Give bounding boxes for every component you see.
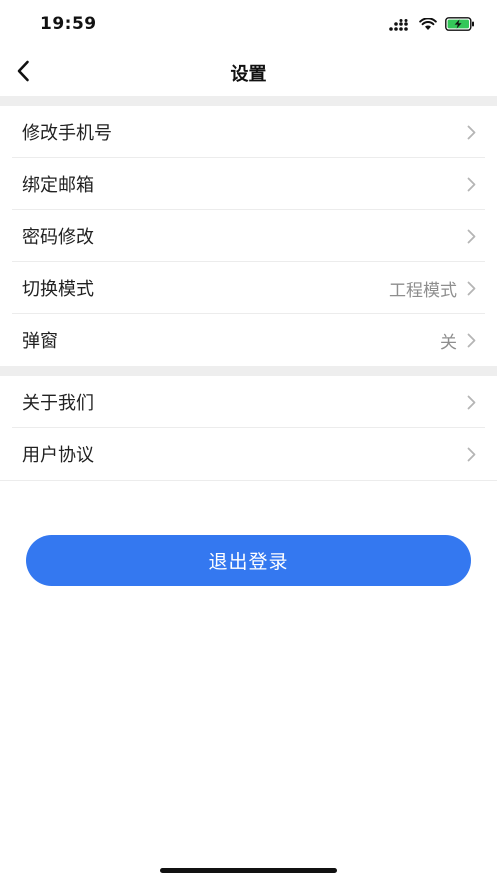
settings-item-change-password[interactable]: 密码修改 xyxy=(0,210,497,262)
chevron-right-icon xyxy=(467,176,477,192)
settings-item-value: 工程模式 xyxy=(389,280,457,301)
battery-charging-icon xyxy=(445,16,475,35)
chevron-right-icon xyxy=(467,280,477,296)
chevron-right-icon xyxy=(467,124,477,140)
status-bar: 19:59 xyxy=(0,0,497,50)
section-separator xyxy=(0,366,497,376)
settings-item-label: 切换模式 xyxy=(22,279,94,300)
chevron-right-icon xyxy=(467,394,477,410)
chevron-right-icon xyxy=(467,332,477,348)
settings-item-about-us[interactable]: 关于我们 xyxy=(0,376,497,428)
wifi-icon xyxy=(419,16,437,35)
signal-dots-icon xyxy=(389,16,411,35)
settings-item-switch-mode[interactable]: 切换模式 工程模式 xyxy=(0,262,497,314)
nav-bar: 设置 xyxy=(0,50,497,96)
section-separator xyxy=(0,96,497,106)
chevron-right-icon xyxy=(467,228,477,244)
settings-group-about: 关于我们 用户协议 xyxy=(0,376,497,480)
settings-item-user-agreement[interactable]: 用户协议 xyxy=(0,428,497,480)
settings-item-change-phone[interactable]: 修改手机号 xyxy=(0,106,497,158)
settings-item-label: 绑定邮箱 xyxy=(22,175,94,196)
settings-item-label: 弹窗 xyxy=(22,331,58,352)
settings-item-label: 关于我们 xyxy=(22,393,94,414)
settings-item-label: 密码修改 xyxy=(22,227,94,248)
settings-content: 修改手机号 绑定邮箱 密码修改 切换模式 工程模式 弹窗 关 关于我们 用户协议 xyxy=(0,96,497,481)
settings-item-label: 修改手机号 xyxy=(22,123,112,144)
home-indicator[interactable] xyxy=(160,868,337,873)
page-title: 设置 xyxy=(230,64,267,85)
logout-button[interactable]: 退出登录 xyxy=(26,535,471,586)
status-time: 19:59 xyxy=(40,14,97,34)
settings-item-bind-email[interactable]: 绑定邮箱 xyxy=(0,158,497,210)
settings-item-value: 关 xyxy=(440,332,457,353)
chevron-right-icon xyxy=(467,446,477,462)
divider xyxy=(0,480,497,481)
settings-group-account: 修改手机号 绑定邮箱 密码修改 切换模式 工程模式 弹窗 关 xyxy=(0,106,497,366)
settings-item-label: 用户协议 xyxy=(22,445,94,466)
status-icons xyxy=(389,16,475,35)
settings-item-popup[interactable]: 弹窗 关 xyxy=(0,314,497,366)
